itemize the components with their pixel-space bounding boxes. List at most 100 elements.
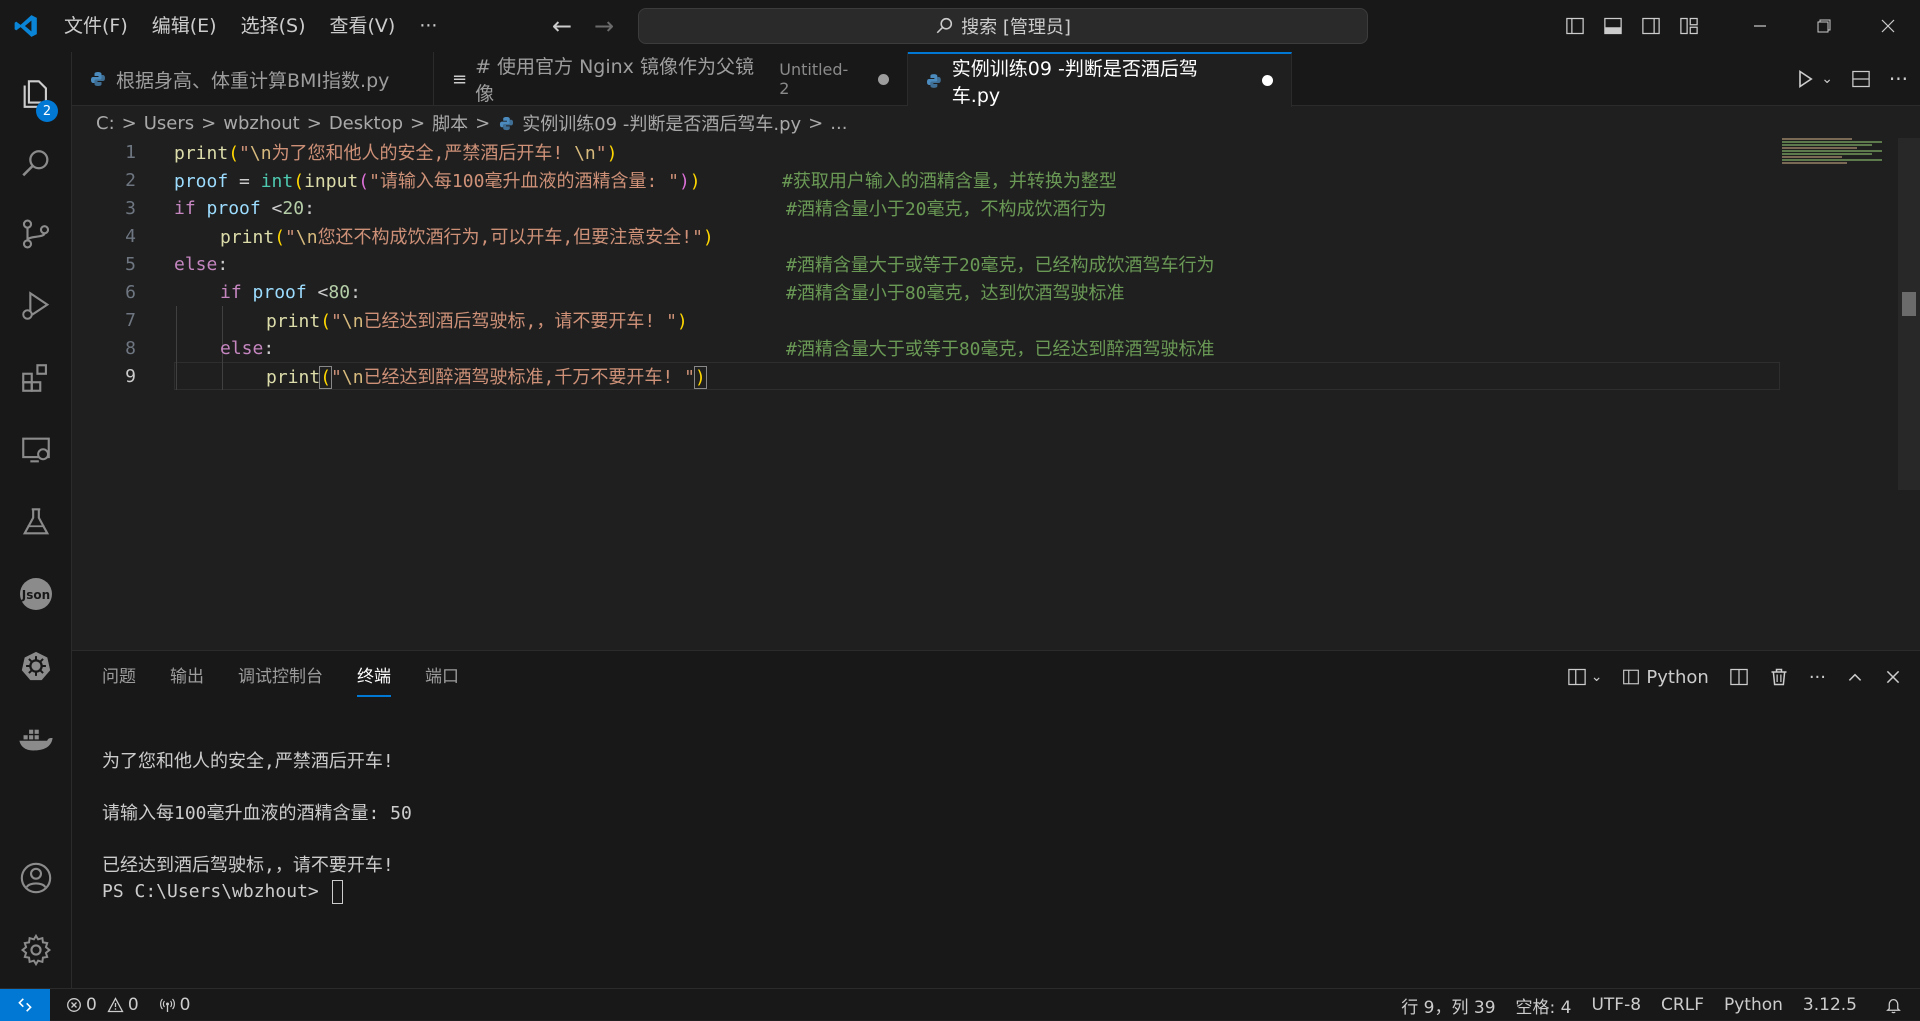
panel-tabs: 问题 输出 调试控制台 终端 端口 xyxy=(102,651,493,703)
menu-file[interactable]: 文件(F) xyxy=(52,0,140,52)
broadcast-icon xyxy=(159,998,175,1012)
run-debug-icon[interactable] xyxy=(0,274,72,338)
ports-count: 0 xyxy=(179,994,191,1015)
menu-edit[interactable]: 编辑(E) xyxy=(140,0,229,52)
code-line: 6 if proof <80: #酒精含量小于80毫克，达到饮酒驾驶标准 xyxy=(72,278,1772,306)
scrollbar-thumb[interactable] xyxy=(1902,292,1916,316)
encoding[interactable]: UTF-8 xyxy=(1581,995,1651,1015)
tab-terminal[interactable]: 终端 xyxy=(357,655,391,697)
end-of-line[interactable]: CRLF xyxy=(1651,995,1714,1015)
trash-icon[interactable] xyxy=(1769,667,1789,687)
code-comment: #酒精含量小于80毫克，达到饮酒驾驶标准 xyxy=(786,283,1125,304)
accounts-icon[interactable] xyxy=(0,846,72,910)
markdown-file-icon: ≡ xyxy=(452,68,468,90)
tab-label: # 使用官方 Nginx 镜像作为父镜像 xyxy=(475,56,754,105)
notifications-bell-icon[interactable] xyxy=(1867,997,1920,1014)
breadcrumb-item[interactable]: C: xyxy=(96,113,115,134)
toggle-panel-icon[interactable] xyxy=(1594,0,1632,52)
tab-output[interactable]: 输出 xyxy=(170,651,204,703)
remote-indicator-icon[interactable] xyxy=(0,988,50,1021)
title-bar: 文件(F) 编辑(E) 选择(S) 查看(V) ··· ← → 搜索 [管理员] xyxy=(0,0,1920,52)
maximize-panel-icon[interactable] xyxy=(1846,668,1864,686)
editor-tabs: 根据身高、体重计算BMI指数.py ≡ # 使用官方 Nginx 镜像作为父镜像… xyxy=(72,52,1920,107)
terminal-output[interactable]: 为了您和他人的安全,严禁酒后开车! 请输入每100毫升血液的酒精含量: 50 已… xyxy=(102,749,412,905)
breadcrumb-item[interactable]: 脚本 xyxy=(432,110,468,136)
source-control-icon[interactable] xyxy=(0,202,72,266)
breadcrumb-item[interactable]: 实例训练09 -判断是否酒后驾车.py xyxy=(522,110,801,136)
unsaved-dot-icon[interactable] xyxy=(878,73,889,85)
extensions-icon[interactable] xyxy=(0,346,72,410)
code-comment: #获取用户输入的酒精含量，并转换为整型 xyxy=(782,171,1117,192)
tab-debug-console[interactable]: 调试控制台 xyxy=(238,651,323,703)
more-actions-icon[interactable]: ··· xyxy=(1809,667,1826,688)
run-python-icon[interactable] xyxy=(1795,69,1815,89)
kubernetes-icon[interactable] xyxy=(0,634,72,698)
layout-icon[interactable] xyxy=(1567,667,1587,687)
toggle-secondary-sidebar-icon[interactable] xyxy=(1632,0,1670,52)
code-editor[interactable]: 1 print("\n为了您和他人的安全,严禁酒后开车! \n") 2 proo… xyxy=(72,138,1920,648)
line-number: 1 xyxy=(125,141,136,163)
customize-layout-icon[interactable] xyxy=(1670,0,1708,52)
line-number: 4 xyxy=(125,225,136,247)
code-comment: #酒精含量大于或等于80毫克，已经达到醉酒驾驶标准 xyxy=(786,339,1215,360)
terminal-prompt: PS C:\Users\wbzhout> xyxy=(102,881,330,902)
terminal-line: 已经达到酒后驾驶标,，请不要开车! xyxy=(102,855,394,876)
line-number: 8 xyxy=(125,337,136,359)
unsaved-dot-icon[interactable] xyxy=(1262,75,1273,86)
command-center-search[interactable]: 搜索 [管理员] xyxy=(638,8,1368,44)
split-terminal-icon[interactable] xyxy=(1729,667,1749,687)
terminal-panel-icon xyxy=(1623,669,1640,685)
breadcrumb-item[interactable]: wbzhout xyxy=(223,113,299,134)
warning-count: 0 xyxy=(127,994,139,1015)
back-arrow-icon[interactable]: ← xyxy=(548,12,576,40)
ports-indicator[interactable]: 0 xyxy=(149,995,201,1015)
toggle-primary-sidebar-icon[interactable] xyxy=(1556,0,1594,52)
json-label: Json xyxy=(21,588,50,602)
panel-actions: ⌄ Python ··· xyxy=(1567,651,1902,703)
tab-nginx-untitled[interactable]: ≡ # 使用官方 Nginx 镜像作为父镜像 Untitled-2 xyxy=(434,52,908,106)
language-mode[interactable]: Python xyxy=(1714,995,1793,1015)
navigation-arrows: ← → xyxy=(548,0,618,52)
settings-gear-icon[interactable] xyxy=(0,918,72,982)
more-actions-icon[interactable]: ··· xyxy=(1889,67,1908,91)
breadcrumb-item[interactable]: Desktop xyxy=(329,113,403,134)
breadcrumb-item[interactable]: Users xyxy=(144,113,194,134)
terminal-profile[interactable]: Python xyxy=(1622,666,1709,688)
close-panel-icon[interactable] xyxy=(1884,668,1902,686)
search-text: 搜索 [管理员] xyxy=(961,17,1071,38)
remote-explorer-icon[interactable] xyxy=(0,418,72,482)
json-icon[interactable]: Json xyxy=(0,562,72,626)
breadcrumb: C: > Users > wbzhout > Desktop > 脚本 > 实例训练09 … xyxy=(96,110,847,136)
restore-icon[interactable] xyxy=(1792,0,1856,52)
line-number: 3 xyxy=(125,197,136,219)
tab-ports[interactable]: 端口 xyxy=(425,651,459,703)
indentation[interactable]: 空格: 4 xyxy=(1506,993,1582,1018)
split-editor-icon[interactable] xyxy=(1851,69,1871,89)
problems-indicator[interactable]: 0 0 xyxy=(56,995,149,1015)
terminal-profile-label: Python xyxy=(1646,666,1709,688)
explorer-icon[interactable]: 2 xyxy=(0,62,72,126)
menu-more[interactable]: ··· xyxy=(407,0,449,52)
python-version[interactable]: 3.12.5 xyxy=(1793,995,1867,1015)
line-number: 6 xyxy=(125,281,136,303)
tab-bmi[interactable]: 根据身高、体重计算BMI指数.py xyxy=(72,52,434,106)
tab-problems[interactable]: 问题 xyxy=(102,651,136,703)
minimize-icon[interactable] xyxy=(1728,0,1792,52)
docker-icon[interactable] xyxy=(0,706,72,770)
close-icon[interactable] xyxy=(1856,0,1920,52)
tab-drunk-driving[interactable]: 实例训练09 -判断是否酒后驾车.py xyxy=(908,52,1292,107)
minimap[interactable] xyxy=(1782,138,1892,168)
forward-arrow-icon[interactable]: → xyxy=(590,12,618,40)
search-view-icon[interactable] xyxy=(0,132,72,196)
cursor-position[interactable]: 行 9，列 39 xyxy=(1391,993,1505,1018)
menu-selection[interactable]: 选择(S) xyxy=(229,0,318,52)
chevron-down-icon[interactable]: ⌄ xyxy=(1591,669,1603,685)
breadcrumb-item[interactable]: ... xyxy=(830,113,847,134)
python-file-icon xyxy=(926,73,941,88)
menu-view[interactable]: 查看(V) xyxy=(318,0,408,52)
testing-flask-icon[interactable] xyxy=(0,490,72,554)
terminal-prompt-line[interactable]: PS C:\Users\wbzhout> xyxy=(102,879,412,905)
error-icon xyxy=(67,997,81,1012)
chevron-down-icon[interactable]: ⌄ xyxy=(1821,71,1833,87)
